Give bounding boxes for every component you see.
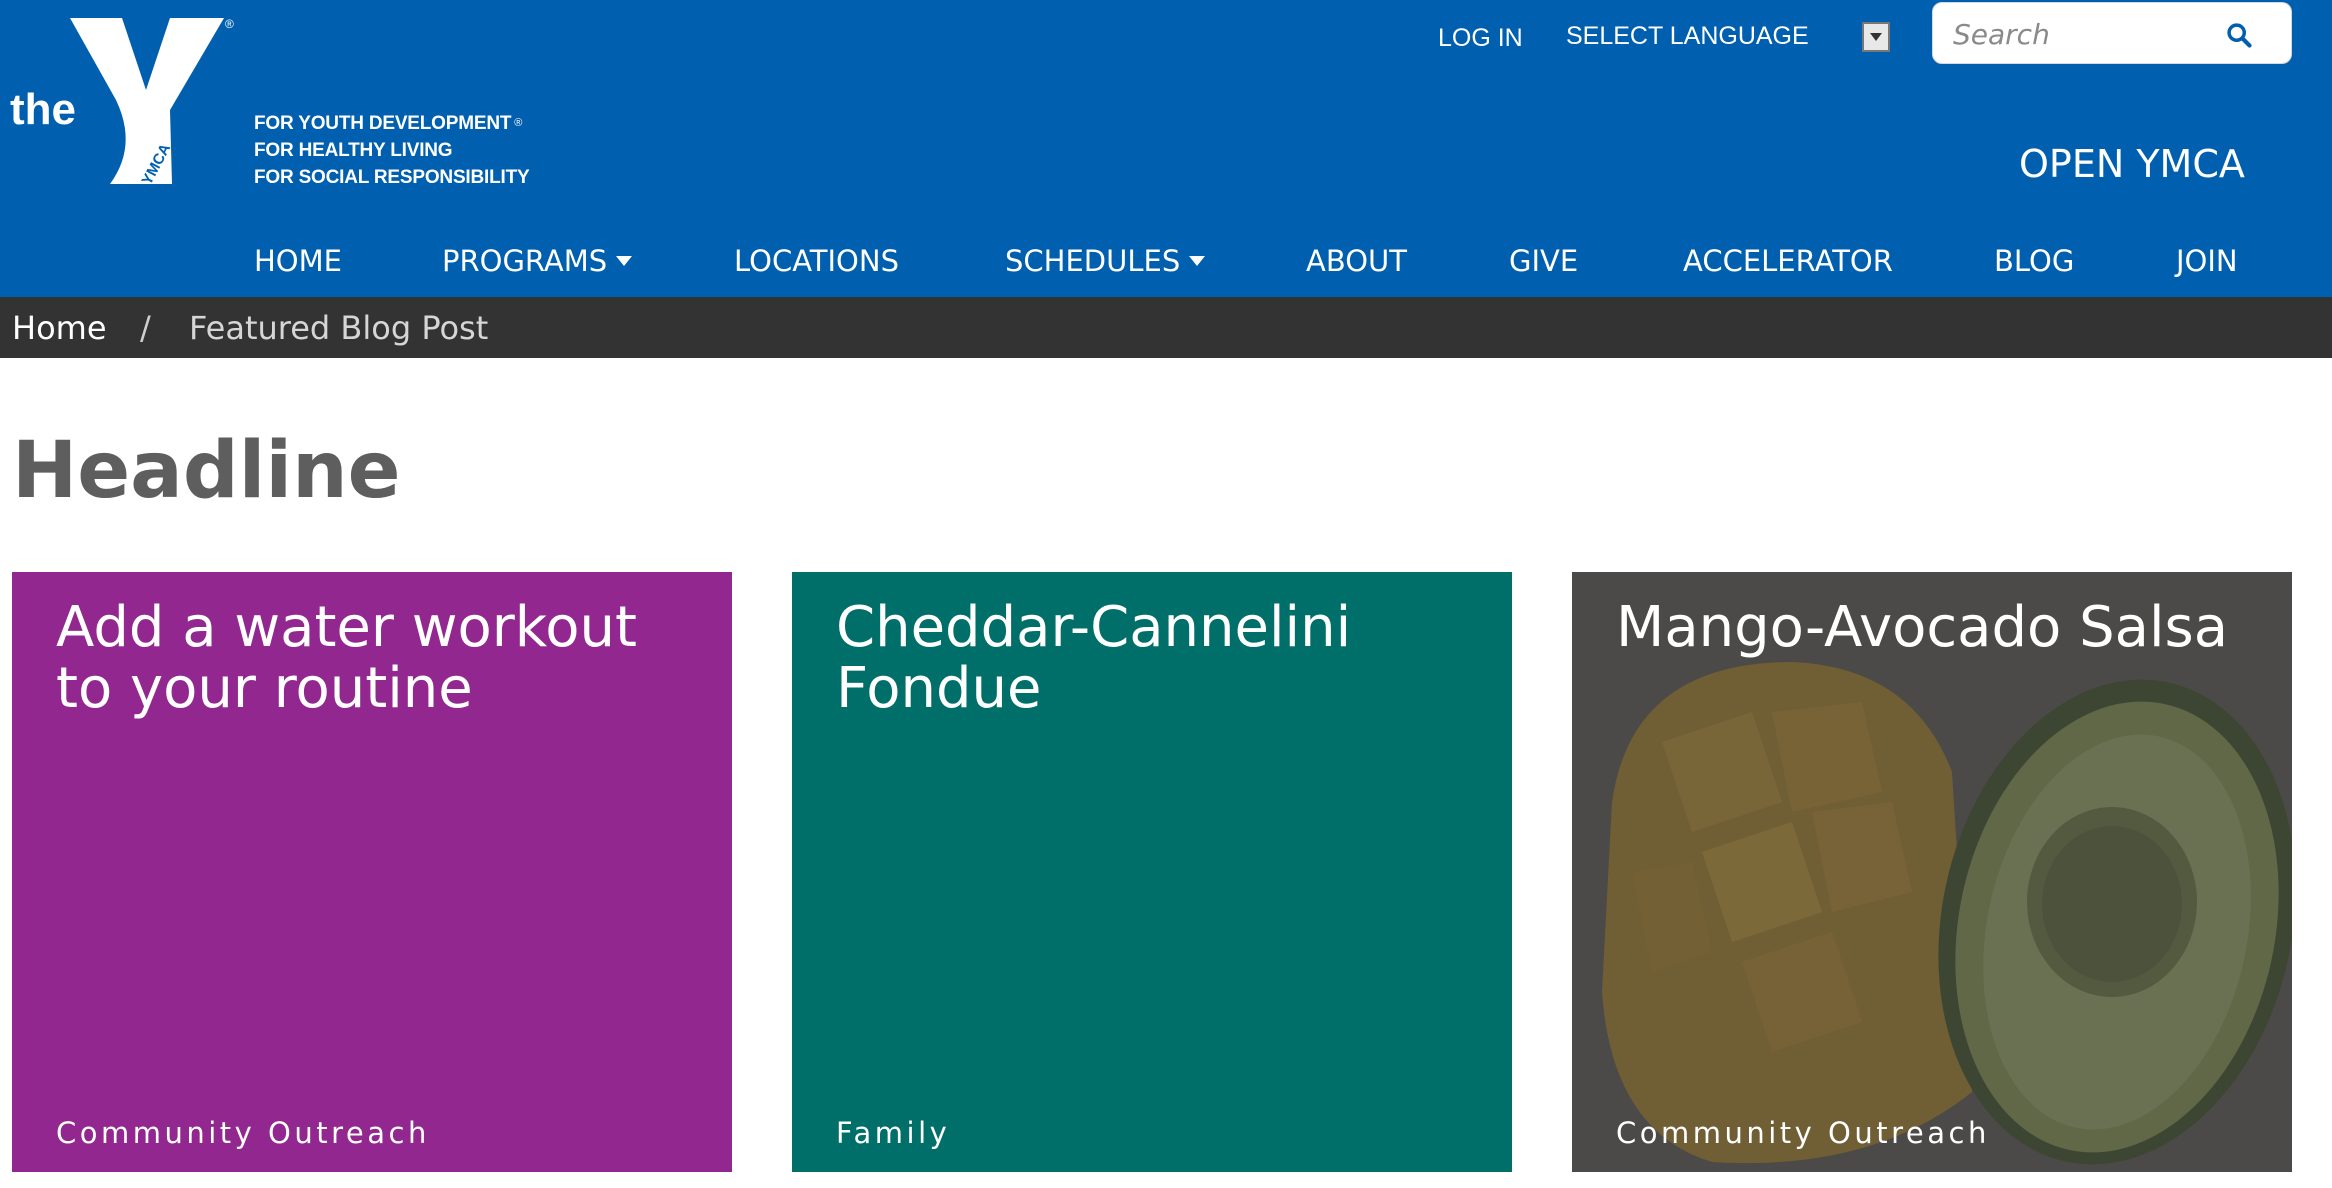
site-header: ® the YMCA FOR YOUTH DEVELOPMENT ® FOR HE… [0,0,2332,297]
blog-card-fondue[interactable]: Cheddar-Cannelini Fondue Family [792,572,1512,1172]
nav-item-give[interactable]: GIVE [1509,244,1578,278]
search-button[interactable] [2219,15,2259,55]
card-title: Add a water workout to your routine [56,595,637,721]
blog-card-water-workout[interactable]: Add a water workout to your routine Comm… [12,572,732,1172]
search-box [1932,2,2292,64]
nav-item-blog[interactable]: BLOG [1994,244,2074,278]
nav-item-join[interactable]: JOIN [2176,244,2238,278]
nav-item-label: BLOG [1994,244,2075,278]
login-link[interactable]: LOG IN [1438,24,1523,53]
tagline: FOR YOUTH DEVELOPMENT ® FOR HEALTHY LIVIN… [254,110,530,191]
nav-item-accelerator[interactable]: ACCELERATOR [1683,244,1893,278]
nav-item-label: ACCELERATOR [1683,244,1893,278]
svg-text:®: ® [225,17,234,31]
tagline-line: FOR SOCIAL RESPONSIBILITY [254,167,530,188]
select-language-link[interactable]: SELECT LANGUAGE [1566,22,1809,51]
blog-card-mango-salsa[interactable]: Mango-Avocado Salsa Community Outreach [1572,572,2292,1172]
logo-word: the [10,85,76,134]
nav-item-about[interactable]: ABOUT [1306,244,1407,278]
search-input[interactable] [1951,13,2225,55]
open-ymca-link[interactable]: OPEN YMCA [2019,142,2245,186]
nav-item-label: ABOUT [1306,244,1407,278]
search-icon [2227,23,2252,48]
card-title: Mango-Avocado Salsa [1616,595,2229,660]
card-category: Community Outreach [1616,1116,1990,1150]
nav-item-label: SCHEDULES [1005,244,1181,278]
nav-item-label: HOME [254,244,342,278]
caret-down-icon [616,256,633,266]
dropdown-arrow-icon [1870,33,1882,41]
card-image-overlay [1572,572,2292,1172]
nav-item-programs[interactable]: PROGRAMS [442,244,633,278]
nav-item-label: PROGRAMS [442,244,608,278]
tagline-line: FOR HEALTHY LIVING [254,140,453,161]
nav-item-home[interactable]: HOME [254,244,342,278]
nav-item-schedules[interactable]: SCHEDULES [1005,244,1206,278]
breadcrumb: Home / Featured Blog Post [0,297,2332,358]
nav-item-label: LOCATIONS [734,244,899,278]
card-title: Cheddar-Cannelini Fondue [836,595,1352,721]
page-headline: Headline [12,426,401,516]
breadcrumb-separator: / [140,309,151,347]
card-category: Community Outreach [56,1116,430,1150]
breadcrumb-home-link[interactable]: Home [12,309,107,347]
caret-down-icon [1189,256,1206,266]
tagline-line: FOR YOUTH DEVELOPMENT [254,113,512,134]
nav-item-label: JOIN [2176,244,2238,278]
breadcrumb-current: Featured Blog Post [189,309,489,347]
ymca-logo[interactable]: ® the YMCA [10,14,235,189]
card-category: Family [836,1116,951,1150]
nav-item-locations[interactable]: LOCATIONS [734,244,899,278]
nav-item-label: GIVE [1509,244,1579,278]
language-dropdown[interactable] [1862,22,1890,52]
